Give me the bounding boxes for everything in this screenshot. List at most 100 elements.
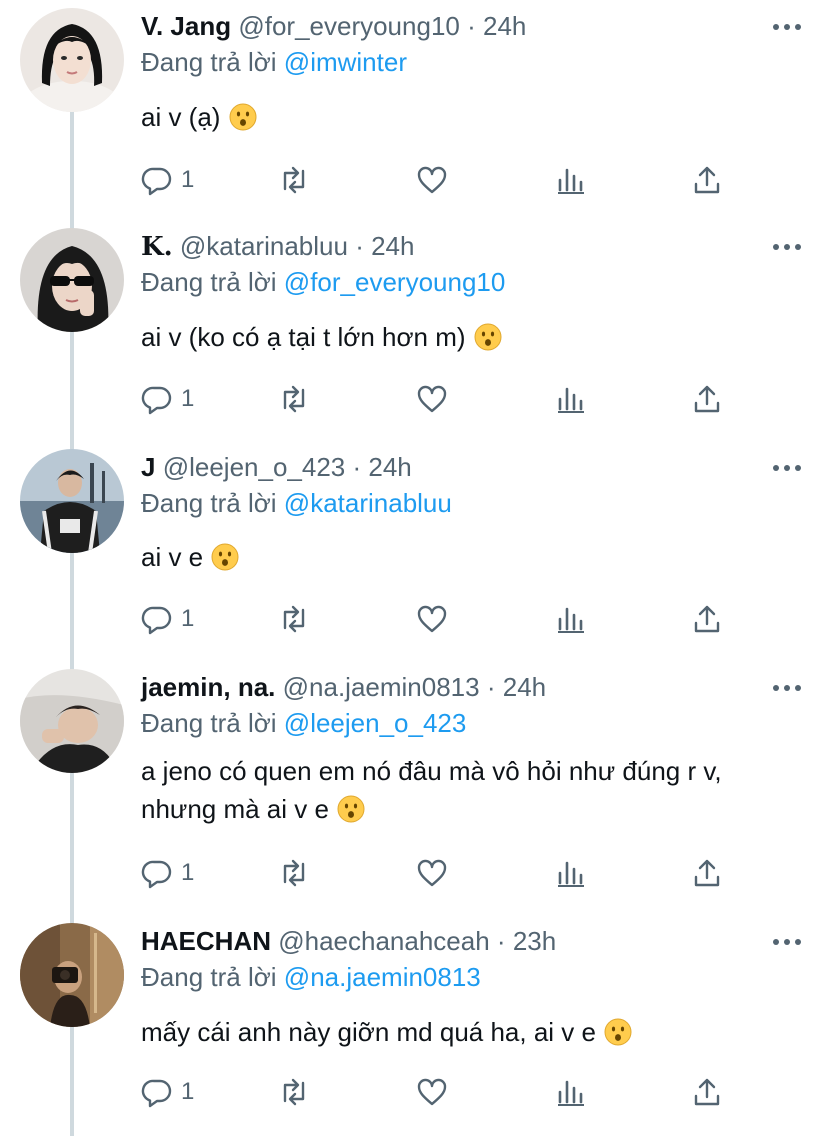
retweet-button[interactable] <box>278 1072 310 1112</box>
more-options-button[interactable] <box>770 451 804 485</box>
views-icon <box>558 387 584 413</box>
replying-to: Đang trả lời @leejen_o_423 <box>141 707 466 739</box>
reply-button[interactable]: 1 <box>141 379 194 419</box>
replying-label: Đang trả lời <box>141 488 277 518</box>
replying-label: Đang trả lời <box>141 267 277 297</box>
retweet-icon <box>283 385 305 413</box>
reply-icon <box>141 386 172 415</box>
like-button[interactable] <box>416 853 448 893</box>
views-icon <box>558 861 584 887</box>
tweet[interactable]: V. Jang @for_everyoung10 · 24h Đang trả … <box>0 0 828 220</box>
mention-link[interactable]: @imwinter <box>284 47 407 77</box>
views-button[interactable] <box>555 379 587 419</box>
mention-link[interactable]: @na.jaemin0813 <box>284 962 481 992</box>
reply-count: 1 <box>181 859 195 886</box>
like-button[interactable] <box>416 160 448 200</box>
like-icon <box>417 166 447 194</box>
reply-icon <box>141 1079 172 1108</box>
display-name[interactable]: 𝐊. <box>141 232 173 262</box>
timestamp[interactable]: 24h <box>483 11 526 41</box>
retweet-button[interactable] <box>278 599 310 639</box>
avatar[interactable] <box>20 228 124 332</box>
timestamp[interactable]: 24h <box>371 231 414 261</box>
like-icon <box>417 1078 447 1106</box>
separator-dot: · <box>352 452 362 482</box>
mention-link[interactable]: @leejen_o_423 <box>284 708 467 738</box>
reply-icon <box>141 606 172 635</box>
timestamp[interactable]: 23h <box>513 926 556 956</box>
user-handle[interactable]: @leejen_o_423 <box>163 452 346 482</box>
reply-button[interactable]: 1 <box>141 160 194 200</box>
action-bar: 1 <box>141 379 741 419</box>
retweet-icon <box>283 859 305 887</box>
user-handle[interactable]: @for_everyoung10 <box>238 11 460 41</box>
display-name[interactable]: J <box>141 452 155 482</box>
views-button[interactable] <box>555 160 587 200</box>
user-handle[interactable]: @katarinabluu <box>180 231 348 261</box>
like-icon <box>417 385 447 413</box>
reply-button[interactable]: 1 <box>141 853 194 893</box>
more-options-button[interactable] <box>770 10 804 44</box>
tweet[interactable]: HAECHAN @haechanahceah · 23h Đang trả lờ… <box>0 915 828 1136</box>
share-button[interactable] <box>691 160 723 200</box>
tweet-text-content: mấy cái anh này giỡn md quá ha, ai v e <box>141 1017 596 1047</box>
more-options-button[interactable] <box>770 671 804 705</box>
reply-count: 1 <box>181 385 195 412</box>
retweet-button[interactable] <box>278 160 310 200</box>
avatar[interactable] <box>20 449 124 553</box>
retweet-icon <box>283 605 305 633</box>
more-icon <box>773 24 801 30</box>
retweet-button[interactable] <box>278 379 310 419</box>
display-name[interactable]: V. Jang <box>141 11 231 41</box>
display-name[interactable]: HAECHAN <box>141 926 271 956</box>
more-options-button[interactable] <box>770 925 804 959</box>
share-button[interactable] <box>691 379 723 419</box>
retweet-button[interactable] <box>278 853 310 893</box>
share-button[interactable] <box>691 1072 723 1112</box>
retweet-icon <box>283 166 305 194</box>
reply-button[interactable]: 1 <box>141 1072 194 1112</box>
views-button[interactable] <box>555 599 587 639</box>
share-button[interactable] <box>691 853 723 893</box>
tweet[interactable]: 𝐊. @katarinabluu · 24h Đang trả lời @for… <box>0 220 828 440</box>
timestamp[interactable]: 24h <box>503 672 546 702</box>
replying-to: Đang trả lời @katarinabluu <box>141 487 452 519</box>
views-button[interactable] <box>555 853 587 893</box>
views-icon <box>558 168 584 194</box>
views-icon <box>558 607 584 633</box>
retweet-icon <box>283 1078 305 1106</box>
views-button[interactable] <box>555 1072 587 1112</box>
tweet-text: ai v (ạ) <box>141 98 811 136</box>
tweet[interactable]: J @leejen_o_423 · 24h Đang trả lời @kata… <box>0 441 828 661</box>
avatar[interactable] <box>20 669 124 773</box>
mention-link[interactable]: @katarinabluu <box>284 488 452 518</box>
more-options-button[interactable] <box>770 230 804 264</box>
mention-link[interactable]: @for_everyoung10 <box>284 267 506 297</box>
separator-dot: · <box>486 672 496 702</box>
tweet-text-content: ai v (ko có ạ tại t lớn hơn m) <box>141 322 466 352</box>
avatar[interactable] <box>20 8 124 112</box>
reply-count: 1 <box>181 605 195 632</box>
action-bar: 1 <box>141 853 741 893</box>
like-icon <box>417 605 447 633</box>
like-button[interactable] <box>416 1072 448 1112</box>
like-button[interactable] <box>416 599 448 639</box>
timestamp[interactable]: 24h <box>368 452 411 482</box>
tweet-text-content: ai v e <box>141 542 204 572</box>
share-button[interactable] <box>691 599 723 639</box>
user-handle[interactable]: @haechanahceah <box>278 926 489 956</box>
tweet[interactable]: jaemin, na. @na.jaemin0813 · 24h Đang tr… <box>0 661 828 915</box>
hushed-face-emoji <box>604 1018 632 1046</box>
reply-count: 1 <box>181 1078 195 1105</box>
like-button[interactable] <box>416 379 448 419</box>
like-icon <box>417 859 447 887</box>
separator-dot: · <box>355 231 364 261</box>
display-name[interactable]: jaemin, na. <box>141 672 275 702</box>
avatar[interactable] <box>20 923 124 1027</box>
replying-label: Đang trả lời <box>141 962 277 992</box>
tweet-text-content: nhưng mà ai v e <box>141 794 329 824</box>
tweet-text: a jeno có quen em nó đâu mà vô hỏi như đ… <box>141 752 811 828</box>
reply-button[interactable]: 1 <box>141 599 194 639</box>
share-icon <box>694 385 720 413</box>
user-handle[interactable]: @na.jaemin0813 <box>283 672 480 702</box>
